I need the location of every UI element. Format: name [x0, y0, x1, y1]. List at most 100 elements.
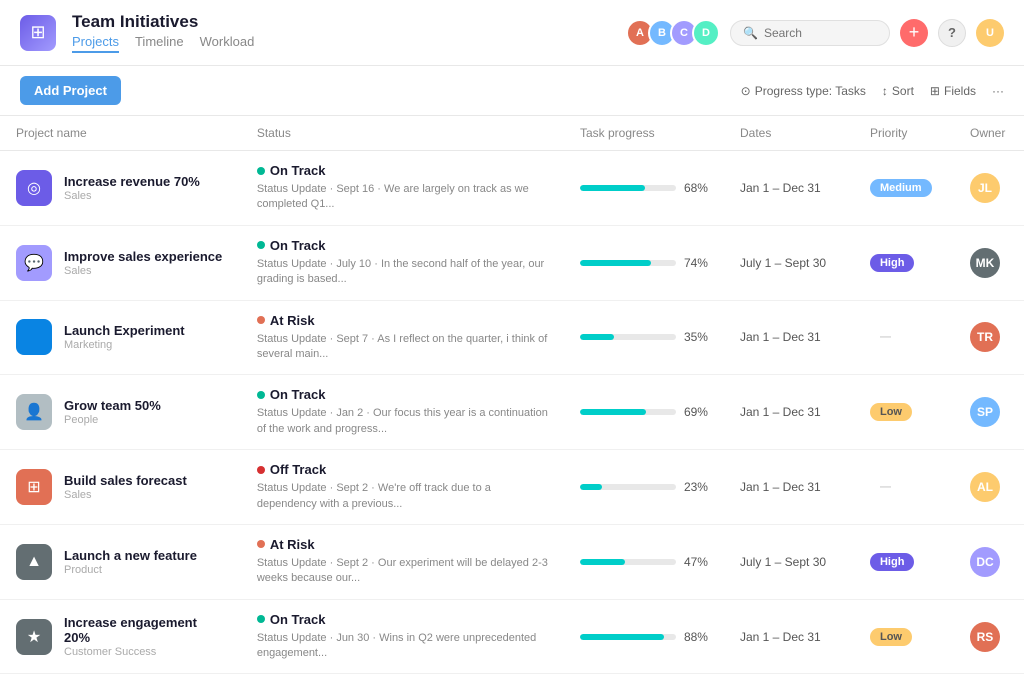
- owner-avatar-2: TR: [970, 322, 1000, 352]
- status-cell-0: On Track Status Update · Sept 16 · We ar…: [241, 151, 564, 226]
- col-owner: Owner: [954, 116, 1024, 151]
- owner-cell-0: JL: [954, 151, 1024, 226]
- dates-cell-5: July 1 – Sept 30: [724, 524, 854, 599]
- app-icon: ⊞: [20, 15, 56, 51]
- status-desc-0: Status Update · Sept 16 · We are largely…: [257, 182, 548, 213]
- progress-cell-1: 74%: [564, 225, 724, 300]
- priority-cell-2: —: [854, 300, 954, 375]
- progress-bar-bg-3: [580, 409, 676, 415]
- owner-avatar-0: JL: [970, 173, 1000, 203]
- status-desc-5: Status Update · Sept 2 · Our experiment …: [257, 556, 548, 587]
- owner-cell-4: AL: [954, 450, 1024, 525]
- status-badge-1: On Track: [257, 238, 548, 253]
- progress-bar-bg-6: [580, 634, 676, 640]
- dates-text-6: Jan 1 – Dec 31: [724, 618, 854, 656]
- nav-timeline[interactable]: Timeline: [135, 34, 184, 53]
- project-icon-6: ★: [16, 619, 52, 655]
- projects-table: Project name Status Task progress Dates …: [0, 116, 1024, 674]
- project-cell-3: 👤 Grow team 50% People: [0, 375, 241, 450]
- priority-cell-3: Low: [854, 375, 954, 450]
- table-row[interactable]: 👤 Grow team 50% People On Track Status U…: [0, 375, 1024, 450]
- project-name-2: Launch Experiment: [64, 323, 185, 338]
- table-header-row: Project name Status Task progress Dates …: [0, 116, 1024, 151]
- owner-avatar-6: RS: [970, 622, 1000, 652]
- table-row[interactable]: 💬 Improve sales experience Sales On Trac…: [0, 225, 1024, 300]
- project-info-2: Launch Experiment Marketing: [64, 323, 185, 351]
- col-priority: Priority: [854, 116, 954, 151]
- search-box[interactable]: 🔍: [730, 20, 890, 46]
- status-badge-2: At Risk: [257, 313, 548, 328]
- progress-bar-fill-4: [580, 484, 602, 490]
- status-label-5: At Risk: [270, 537, 315, 552]
- status-badge-5: At Risk: [257, 537, 548, 552]
- status-cell-6: On Track Status Update · Jun 30 · Wins i…: [241, 599, 564, 674]
- progress-bar-bg-1: [580, 260, 676, 266]
- nav-workload[interactable]: Workload: [200, 34, 255, 53]
- status-cell-5: At Risk Status Update · Sept 2 · Our exp…: [241, 524, 564, 599]
- status-dot-6: [257, 615, 265, 623]
- status-dot-5: [257, 540, 265, 548]
- owner-avatar-5: DC: [970, 547, 1000, 577]
- dates-text-0: Jan 1 – Dec 31: [724, 169, 854, 207]
- project-cell-2: Launch Experiment Marketing: [0, 300, 241, 375]
- status-dot-2: [257, 316, 265, 324]
- project-team-0: Sales: [64, 190, 200, 202]
- status-desc-2: Status Update · Sept 7 · As I reflect on…: [257, 332, 548, 363]
- priority-badge-3: Low: [870, 403, 912, 421]
- user-avatar[interactable]: U: [976, 19, 1004, 47]
- dates-cell-1: July 1 – Sept 30: [724, 225, 854, 300]
- owner-cell-5: DC: [954, 524, 1024, 599]
- col-status: Status: [241, 116, 564, 151]
- more-action[interactable]: ···: [992, 84, 1004, 98]
- owner-cell-2: TR: [954, 300, 1024, 375]
- progress-bar-bg-5: [580, 559, 676, 565]
- progress-type-label: Progress type: Tasks: [755, 84, 866, 98]
- priority-badge-1: High: [870, 254, 914, 272]
- header-nav: Projects Timeline Workload: [72, 34, 610, 53]
- status-badge-0: On Track: [257, 163, 548, 178]
- progress-bar-fill-1: [580, 260, 651, 266]
- status-desc-1: Status Update · July 10 · In the second …: [257, 257, 548, 288]
- table-row[interactable]: ★ Increase engagement 20% Customer Succe…: [0, 599, 1024, 674]
- search-input[interactable]: [764, 26, 877, 40]
- priority-badge-0: Medium: [870, 179, 932, 197]
- priority-cell-6: Low: [854, 599, 954, 674]
- project-info-0: Increase revenue 70% Sales: [64, 174, 200, 202]
- status-cell-3: On Track Status Update · Jan 2 · Our foc…: [241, 375, 564, 450]
- avatar: D: [692, 19, 720, 47]
- project-name-4: Build sales forecast: [64, 473, 187, 488]
- progress-bar-fill-5: [580, 559, 625, 565]
- status-dot-0: [257, 167, 265, 175]
- project-name-1: Improve sales experience: [64, 249, 222, 264]
- progress-pct-6: 88%: [684, 630, 708, 644]
- project-cell-6: ★ Increase engagement 20% Customer Succe…: [0, 599, 241, 674]
- project-team-6: Customer Success: [64, 646, 225, 658]
- table-row[interactable]: Launch Experiment Marketing At Risk Stat…: [0, 300, 1024, 375]
- status-badge-4: Off Track: [257, 462, 548, 477]
- progress-pct-2: 35%: [684, 330, 708, 344]
- projects-table-container: Project name Status Task progress Dates …: [0, 116, 1024, 674]
- sort-action[interactable]: ↕ Sort: [882, 84, 914, 98]
- project-team-4: Sales: [64, 489, 187, 501]
- table-row[interactable]: ◎ Increase revenue 70% Sales On Track St…: [0, 151, 1024, 226]
- avatar-group: A B C D: [626, 19, 720, 47]
- table-row[interactable]: ⊞ Build sales forecast Sales Off Track S…: [0, 450, 1024, 525]
- dates-cell-3: Jan 1 – Dec 31: [724, 375, 854, 450]
- owner-avatar-3: SP: [970, 397, 1000, 427]
- help-button[interactable]: ?: [938, 19, 966, 47]
- fields-action[interactable]: ⊞ Fields: [930, 84, 976, 98]
- more-icon: ···: [992, 84, 1004, 98]
- dates-cell-2: Jan 1 – Dec 31: [724, 300, 854, 375]
- nav-projects[interactable]: Projects: [72, 34, 119, 53]
- dates-text-1: July 1 – Sept 30: [724, 244, 854, 282]
- progress-bar-bg-4: [580, 484, 676, 490]
- progress-pct-0: 68%: [684, 181, 708, 195]
- table-row[interactable]: ▲ Launch a new feature Product At Risk S…: [0, 524, 1024, 599]
- project-icon-5: ▲: [16, 544, 52, 580]
- progress-type-action[interactable]: ⊙ Progress type: Tasks: [741, 84, 866, 98]
- add-project-button[interactable]: Add Project: [20, 76, 121, 105]
- project-team-2: Marketing: [64, 339, 185, 351]
- progress-bar-fill-6: [580, 634, 664, 640]
- status-dot-1: [257, 241, 265, 249]
- add-button[interactable]: +: [900, 19, 928, 47]
